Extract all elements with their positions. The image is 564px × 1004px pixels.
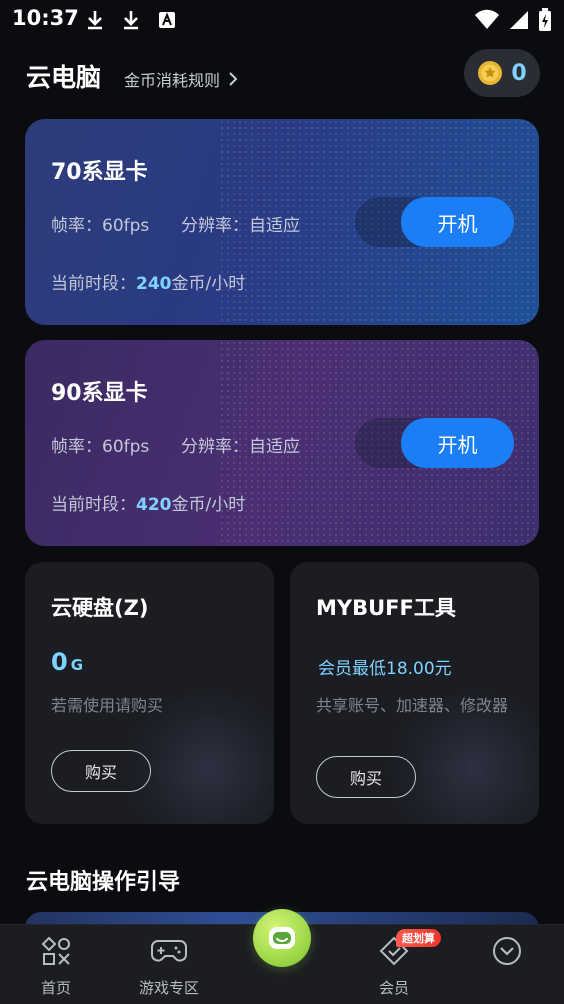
wifi-icon <box>474 9 500 35</box>
coin-balance-pill[interactable]: 0 <box>464 49 540 97</box>
nav-home-label: 首页 <box>40 979 71 997</box>
guide-title: 云电脑操作引导 <box>26 870 181 895</box>
chevron-right-icon <box>229 72 238 86</box>
nav-member-label: 会员 <box>378 979 409 997</box>
status-time: 10:37 <box>12 6 79 30</box>
disk-amount-value: 0 <box>51 648 68 676</box>
bottom-nav: 首页 游戏专区 会员 超划算 <box>0 909 564 1004</box>
disk-amount-unit: G <box>70 656 84 674</box>
coin-icon <box>478 61 503 85</box>
system-icons <box>474 8 552 36</box>
mybuff-desc: 共享账号、加速器、修改器 <box>316 696 509 715</box>
cloud-disk-card[interactable]: 云硬盘(Z) 0G 若需使用请购买 购买 <box>25 562 274 824</box>
coin-balance: 0 <box>511 60 527 86</box>
gpu-fps: 帧率：60fps <box>51 216 150 236</box>
signal-icon <box>508 9 530 35</box>
coin-rules-label: 金币消耗规则 <box>124 71 221 90</box>
notification-icons <box>84 9 178 31</box>
power-on-button[interactable]: 开机 <box>401 197 514 247</box>
download-icon <box>84 9 106 31</box>
gpu-price-period: 当前时段：240金币/小时 <box>51 269 245 294</box>
gpu-resolution: 分辨率：自适应 <box>181 216 300 236</box>
header: 云电脑 金币消耗规则 0 <box>26 49 540 100</box>
cloud-disk-desc: 若需使用请购买 <box>51 696 164 715</box>
period-prefix: 当前时段： <box>51 495 136 515</box>
deal-badge: 超划算 <box>396 929 441 947</box>
nav-games[interactable]: 游戏专区 <box>119 935 219 998</box>
gpu-price-period: 当前时段：420金币/小时 <box>51 490 245 515</box>
download-icon <box>120 9 142 31</box>
gpu-card-90[interactable]: 90系显卡 帧率：60fps 分辨率：自适应 当前时段：420金币/小时 开机 <box>25 340 539 546</box>
nav-games-label: 游戏专区 <box>138 979 199 997</box>
home-grid-icon <box>41 936 70 965</box>
price-value: 420 <box>136 495 172 515</box>
battery-icon <box>538 8 552 36</box>
mybuff-title: MYBUFF工具 <box>316 596 456 620</box>
power-on-button[interactable]: 开机 <box>401 418 514 468</box>
buy-tool-button[interactable]: 购买 <box>316 756 416 798</box>
page-title: 云电脑 <box>26 63 102 92</box>
nav-home[interactable]: 首页 <box>6 935 106 998</box>
mybuff-tool-card[interactable]: MYBUFF工具 会员最低18.00元 共享账号、加速器、修改器 购买 <box>290 562 539 824</box>
mybuff-price: 会员最低18.00元 <box>318 659 452 679</box>
buy-disk-button[interactable]: 购买 <box>51 750 151 792</box>
robot-face-icon <box>269 927 295 949</box>
coin-rules-link[interactable]: 金币消耗规则 <box>124 67 238 91</box>
app-notification-icon <box>156 9 178 31</box>
price-value: 240 <box>136 274 172 294</box>
status-bar: 10:37 <box>0 0 564 40</box>
nav-profile[interactable] <box>457 935 557 971</box>
cloud-disk-title: 云硬盘(Z) <box>51 596 149 620</box>
gpu-name: 90系显卡 <box>51 381 148 406</box>
price-unit: 金币/小时 <box>171 274 246 294</box>
gamepad-icon <box>151 940 187 962</box>
price-unit: 金币/小时 <box>171 495 246 515</box>
cloud-disk-amount: 0G <box>51 648 83 676</box>
gpu-resolution: 分辨率：自适应 <box>181 437 300 457</box>
nav-cloud-pc[interactable] <box>253 909 311 967</box>
period-prefix: 当前时段： <box>51 274 136 294</box>
gpu-card-70[interactable]: 70系显卡 帧率：60fps 分辨率：自适应 当前时段：240金币/小时 开机 <box>25 119 539 325</box>
gpu-fps: 帧率：60fps <box>51 437 150 457</box>
chevron-circle-icon <box>493 937 521 965</box>
gpu-name: 70系显卡 <box>51 160 148 185</box>
